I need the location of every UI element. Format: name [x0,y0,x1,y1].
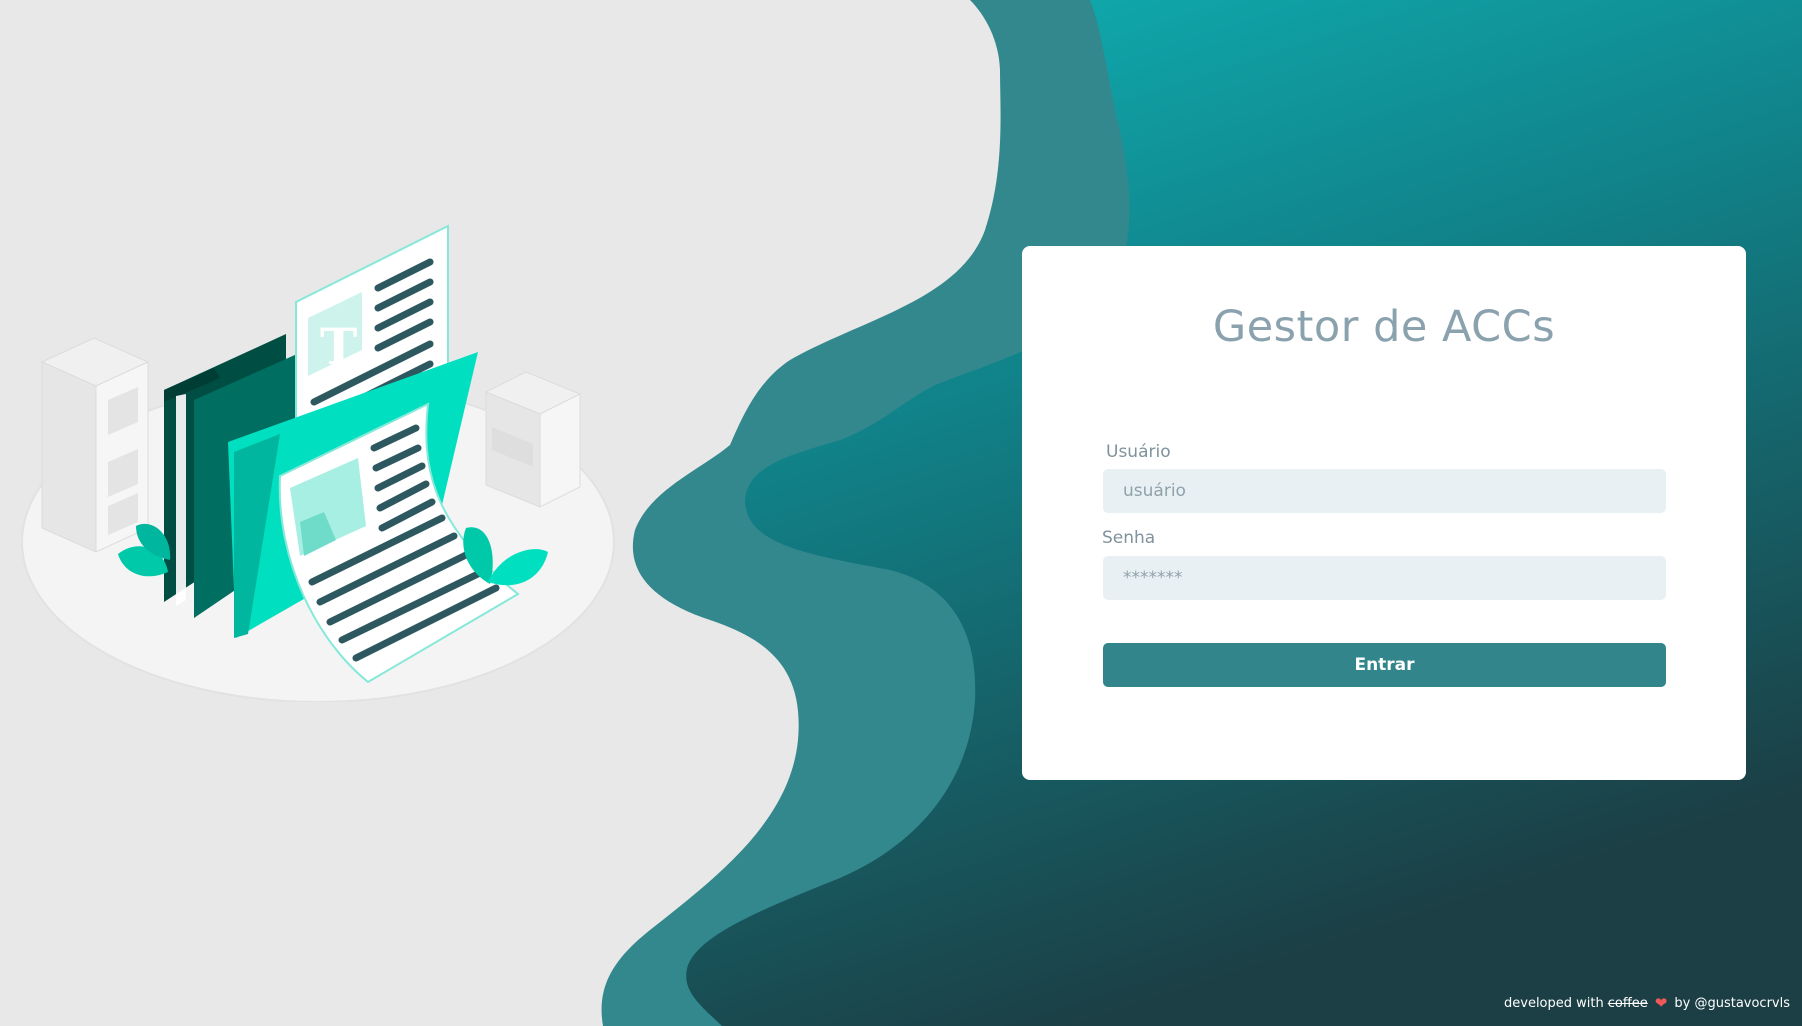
documents-illustration: T [21,224,615,702]
footer-credits: developed with coffee ❤ by @gustavocrvls [1504,994,1790,1012]
login-card: Gestor de ACCs Usuário Senha Entrar [1022,246,1746,780]
login-page: T Gestor de ACCs Usuário usuário Senha E… [0,0,1802,1026]
login-button[interactable]: Entrar [1103,643,1666,687]
heart-icon: ❤ [1654,994,1668,1012]
cabinet-left-icon [40,337,150,553]
password-input[interactable] [1103,556,1666,600]
username-input[interactable] [1103,469,1666,513]
username-label: Usuário [1106,442,1171,462]
footer-prefix: developed with [1504,995,1604,1011]
footer-author[interactable]: by @gustavocrvls [1674,996,1790,1011]
svg-text:T: T [320,317,357,376]
cabinet-right-icon [484,371,582,508]
page-title: Gestor de ACCs [1212,302,1556,352]
password-label: Senha [1102,528,1156,548]
footer-struck-word: coffee [1607,995,1648,1011]
